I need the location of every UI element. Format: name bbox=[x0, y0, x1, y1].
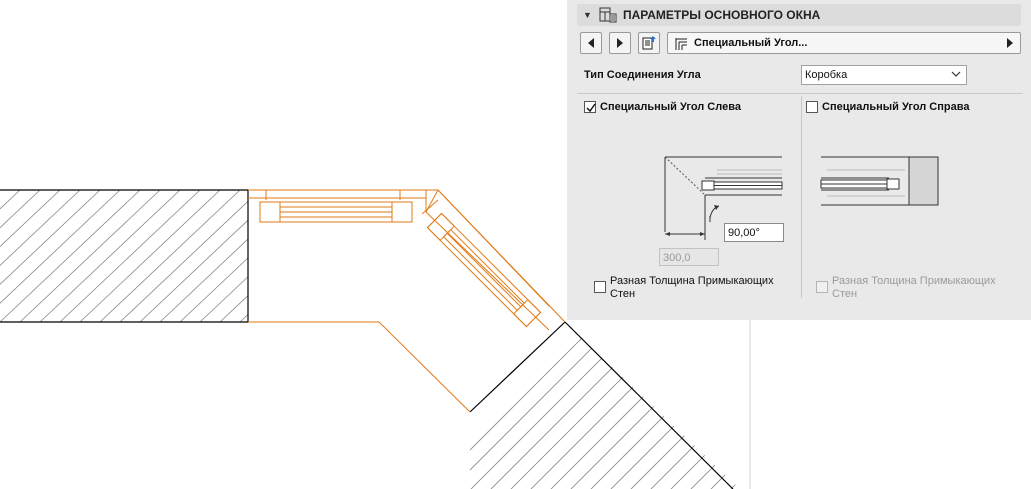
chevron-right-icon bbox=[1007, 38, 1013, 48]
diff-thickness-right-label: Разная Толщина Примыкающих Стен bbox=[832, 275, 996, 300]
right-angle-preview bbox=[820, 156, 939, 206]
window-settings-panel: ▼ ПАРАМЕТРЫ ОСНОВНОГО ОКНА Специальный У… bbox=[567, 0, 1031, 320]
selector-label: Специальный Угол... bbox=[694, 37, 808, 49]
special-angle-left-checkbox[interactable] bbox=[584, 101, 596, 113]
width-input[interactable]: 300,0 bbox=[659, 248, 719, 266]
triangle-down-icon[interactable]: ▼ bbox=[583, 10, 592, 20]
left-wall[interactable] bbox=[0, 189, 380, 323]
panel-title: ПАРАМЕТРЫ ОСНОВНОГО ОКНА bbox=[623, 8, 821, 22]
chevron-down-icon bbox=[951, 71, 961, 77]
section-divider bbox=[577, 93, 1023, 94]
panel-header[interactable]: ▼ ПАРАМЕТРЫ ОСНОВНОГО ОКНА bbox=[577, 4, 1021, 26]
special-angle-left-label: Специальный Угол Слева bbox=[600, 101, 741, 113]
diff-thickness-left-label: Разная Толщина Примыкающих Стен bbox=[610, 275, 774, 300]
special-angle-right-checkbox[interactable] bbox=[806, 101, 818, 113]
angle-input[interactable]: 90,00° bbox=[724, 223, 784, 242]
joint-type-dropdown[interactable]: Коробка bbox=[801, 65, 967, 85]
corner-window[interactable] bbox=[248, 189, 566, 413]
arrow-right-icon bbox=[617, 38, 623, 48]
special-angle-icon bbox=[675, 38, 687, 50]
diff-thickness-right-checkbox[interactable] bbox=[816, 281, 828, 293]
arrow-left-icon bbox=[588, 38, 594, 48]
next-button[interactable] bbox=[609, 32, 631, 54]
checkmark-icon bbox=[586, 103, 596, 113]
prev-button[interactable] bbox=[580, 32, 602, 54]
favorites-icon bbox=[642, 36, 656, 50]
settings-page-selector[interactable]: Специальный Угол... bbox=[667, 32, 1021, 54]
right-wall[interactable] bbox=[420, 320, 900, 489]
diff-thickness-left-checkbox[interactable] bbox=[594, 281, 606, 293]
joint-type-label: Тип Соединения Угла bbox=[584, 69, 701, 81]
special-angle-right-label: Специальный Угол Справа bbox=[822, 101, 970, 113]
favorites-button[interactable] bbox=[638, 32, 660, 54]
joint-type-value: Коробка bbox=[805, 69, 848, 81]
column-divider bbox=[801, 96, 802, 298]
window-settings-icon bbox=[599, 7, 617, 23]
